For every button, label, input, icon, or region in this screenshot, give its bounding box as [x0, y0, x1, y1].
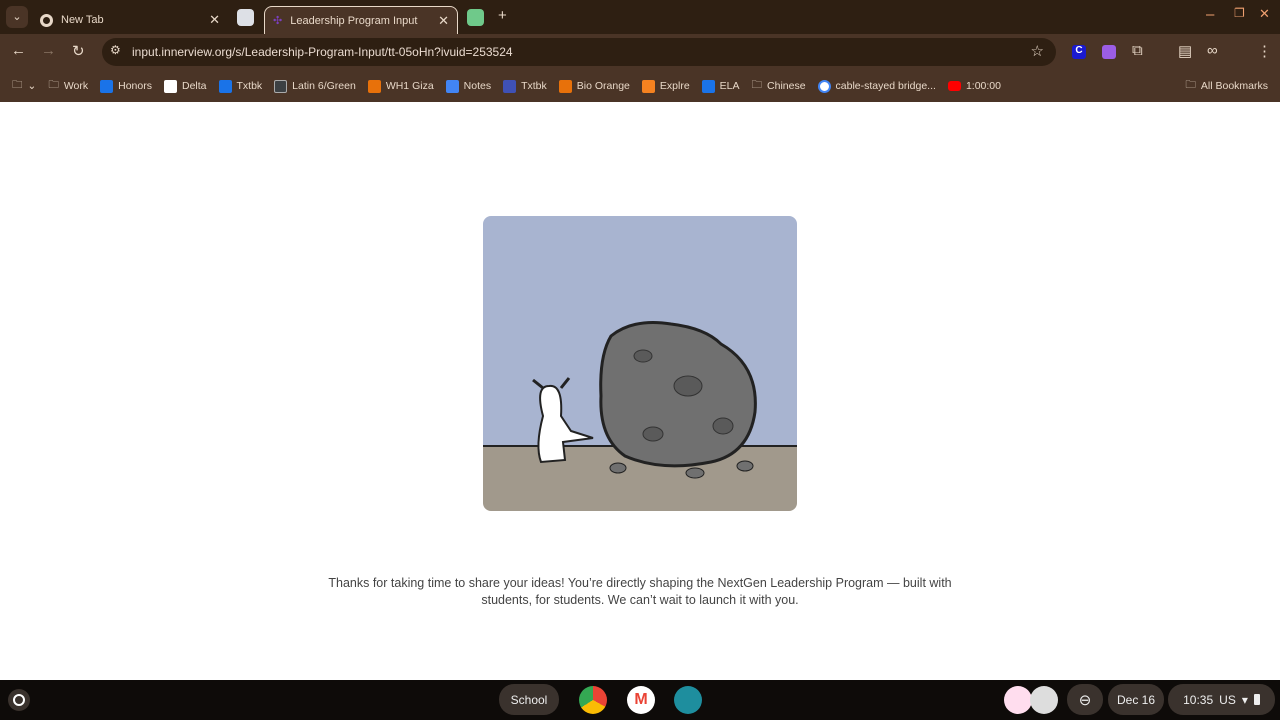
all-bookmarks[interactable]: 🗀 All Bookmarks — [1185, 77, 1268, 95]
back-icon[interactable]: ← — [11, 42, 26, 59]
close-window-icon[interactable]: ✕ — [1259, 6, 1270, 22]
chrome-icon — [40, 13, 53, 27]
forward-icon[interactable]: → — [41, 42, 56, 59]
bookmark-item[interactable]: cable-stayed bridge... — [817, 79, 936, 93]
classroom-icon — [701, 79, 715, 93]
bookmarks-bar: 🗀 ⌄ 🗀 Work Honors Delta Txtbk Latin 6/Gree… — [0, 70, 1280, 102]
bookmark-item[interactable]: Txtbk — [503, 79, 547, 93]
reading-list-icon[interactable]: ▤ — [1178, 42, 1192, 60]
classroom-icon — [274, 79, 288, 93]
url-text[interactable]: input.innerview.org/s/Leadership-Program… — [132, 45, 513, 59]
tab-leadership-program-input[interactable]: ✣ Leadership Program Input ✕ — [264, 6, 458, 34]
extension-puzzle-purple-icon[interactable] — [1102, 45, 1116, 59]
innerview-icon: ✣ — [273, 15, 283, 27]
classroom-icon — [100, 79, 114, 93]
tab-strip: ⌄ New Tab ✕ ✣ Leadership Program Input ✕… — [0, 0, 1280, 34]
tab-group-green[interactable] — [467, 9, 484, 26]
thank-you-message: Thanks for taking time to share your ide… — [328, 576, 952, 607]
reload-icon[interactable]: ↻ — [72, 42, 85, 60]
chrome-app-icon[interactable] — [579, 686, 607, 714]
tab-group-gray[interactable] — [237, 9, 254, 26]
extensions-icon[interactable]: ⧉ — [1132, 42, 1143, 59]
classroom-icon — [558, 79, 572, 93]
desk-school-button[interactable]: School — [499, 684, 559, 715]
bookmark-item[interactable]: Latin 6/Green — [274, 79, 356, 93]
folder-icon: 🗀 — [751, 79, 763, 91]
classroom-icon — [218, 79, 232, 93]
status-tray[interactable]: 10:35 US ▾ — [1168, 684, 1275, 715]
holding-space-image[interactable] — [1004, 686, 1032, 714]
folder-icon: 🗀 — [1185, 79, 1196, 91]
extension-c-icon[interactable]: C — [1072, 45, 1086, 59]
bookmark-item[interactable]: Delta — [163, 79, 207, 93]
bookmark-item[interactable]: 🗀 Chinese — [752, 77, 806, 95]
bookmark-item[interactable]: Explre — [641, 79, 690, 93]
boulder-illustration — [483, 216, 797, 511]
youtube-icon — [947, 81, 961, 91]
address-bar[interactable]: ⚙ input.innerview.org/s/Leadership-Progr… — [102, 38, 1056, 66]
holding-space-image[interactable] — [1030, 686, 1058, 714]
bookmark-item[interactable]: ELA — [701, 79, 740, 93]
classroom-icon — [367, 79, 381, 93]
tab-new-tab[interactable]: New Tab ✕ — [32, 6, 228, 34]
bookmark-item[interactable]: Honors — [100, 79, 152, 93]
launcher-button[interactable] — [8, 689, 30, 711]
bookmark-item[interactable]: WH1 Giza — [367, 79, 434, 93]
close-icon[interactable]: ✕ — [209, 12, 220, 28]
delta-icon — [163, 79, 177, 93]
toolbar: ← → ↻ ⚙ input.innerview.org/s/Leadership… — [0, 34, 1280, 70]
forms-icon — [503, 79, 517, 93]
folder-icon: 🗀 — [12, 79, 23, 91]
bookmark-item[interactable]: 1:00:00 — [947, 80, 1001, 92]
bookmark-item[interactable]: Bio Orange — [558, 79, 630, 93]
folder-icon: 🗀 — [48, 79, 59, 91]
link-icon[interactable]: ∞ — [1207, 42, 1218, 59]
google-icon — [817, 79, 831, 93]
classroom-app-icon[interactable] — [674, 686, 702, 714]
explore-icon — [641, 79, 655, 93]
tab-search-button[interactable]: ⌄ — [6, 6, 28, 28]
new-tab-icon[interactable]: + — [498, 7, 507, 24]
battery-icon — [1253, 694, 1260, 705]
menu-icon[interactable]: ⋮ — [1257, 42, 1272, 60]
launcher-icon — [13, 694, 25, 706]
docs-icon — [445, 79, 459, 93]
close-icon[interactable]: ✕ — [438, 13, 449, 29]
restore-icon[interactable]: ❐ — [1234, 6, 1245, 20]
bookmark-item[interactable]: Txtbk — [218, 79, 262, 93]
site-info-icon[interactable]: ⚙ — [110, 43, 121, 57]
minimize-icon[interactable]: – — [1206, 6, 1214, 23]
star-icon[interactable]: ☆ — [1031, 42, 1044, 60]
do-not-disturb-icon[interactable]: ⊖ — [1067, 684, 1103, 715]
bookmark-item[interactable]: 🗀 Work — [48, 77, 88, 95]
page-content: Thanks for taking time to share your ide… — [0, 102, 1280, 680]
bookmarks-folder-menu[interactable]: 🗀 ⌄ — [12, 77, 36, 95]
wifi-icon: ▾ — [1241, 692, 1248, 707]
bookmark-item[interactable]: Notes — [445, 79, 491, 93]
gmail-app-icon[interactable]: M — [627, 686, 655, 714]
date-tray[interactable]: Dec 16 — [1108, 684, 1164, 715]
